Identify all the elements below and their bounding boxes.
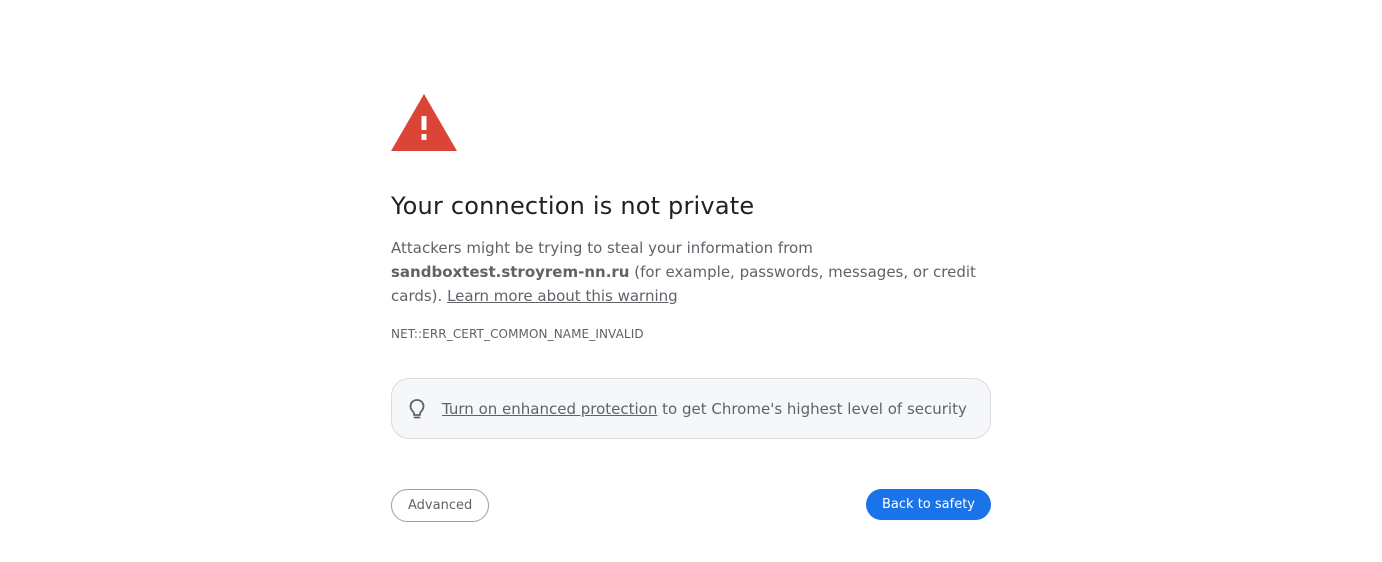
lightbulb-icon <box>409 398 425 418</box>
host-name: sandboxtest.stroyrem-nn.ru <box>391 263 630 281</box>
page-title: Your connection is not private <box>391 192 755 220</box>
back-to-safety-button[interactable]: Back to safety <box>866 489 991 520</box>
learn-more-link[interactable]: Learn more about this warning <box>447 287 678 305</box>
main-content: Your connection is not private Attackers… <box>391 94 991 522</box>
explanation-text: Attackers might be trying to steal your … <box>391 236 991 308</box>
error-code: NET::ERR_CERT_COMMON_NAME_INVALID <box>391 327 644 341</box>
explanation-before-host: Attackers might be trying to steal your … <box>391 239 813 257</box>
promo-text: Turn on enhanced protection to get Chrom… <box>442 399 967 419</box>
advanced-button[interactable]: Advanced <box>391 489 490 522</box>
promo-rest-text: to get Chrome's highest level of securit… <box>657 399 967 418</box>
enhanced-protection-promo: Turn on enhanced protection to get Chrom… <box>391 378 991 439</box>
enhanced-protection-link[interactable]: Turn on enhanced protection <box>442 400 657 418</box>
warning-triangle-icon <box>391 94 457 151</box>
interstitial-page: Your connection is not private Attackers… <box>0 0 1382 562</box>
button-row: Advanced Back to safety <box>391 489 991 523</box>
